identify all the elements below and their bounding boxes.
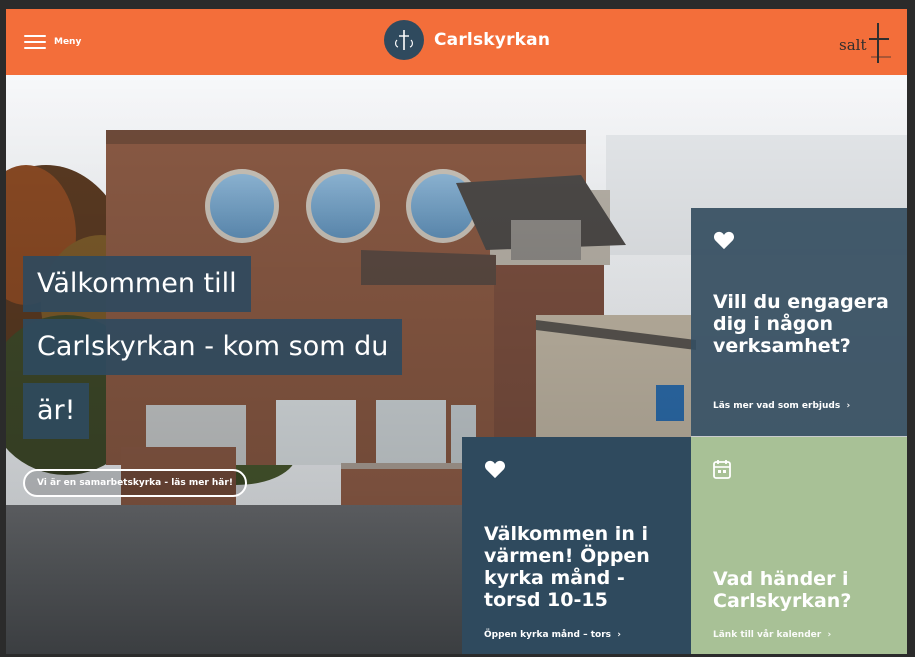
menu-label: Meny (54, 37, 82, 47)
salt-logo-text: salt (839, 36, 866, 54)
hero-title-line-1: Välkommen till (23, 256, 251, 312)
tile-title: Vill du engagera dig i någon verksamhet? (713, 291, 889, 357)
calendar-icon (713, 459, 731, 483)
tile-oppen-kyrka[interactable]: Välkommen in i värmen! Öppen kyrka månd … (462, 437, 691, 654)
chevron-right-icon: › (843, 401, 851, 411)
chevron-right-icon: › (614, 630, 621, 640)
menu-button[interactable]: Meny (24, 31, 81, 53)
site-name: Carlskyrkan (434, 30, 551, 50)
tile-kalender[interactable]: Vad händer i Carlskyrkan? Länk till vår … (691, 437, 907, 654)
tile-link-label: Läs mer vad som erbjuds (713, 401, 841, 411)
chevron-right-icon: › (824, 630, 832, 640)
tile-link[interactable]: Läs mer vad som erbjuds › (713, 401, 850, 411)
tile-title: Vad händer i Carlskyrkan? (713, 568, 852, 612)
hero-title-line-3: är! (23, 383, 90, 439)
hero-title-line-2: Carlskyrkan - kom som du (23, 319, 403, 375)
tile-engagera[interactable]: Vill du engagera dig i någon verksamhet?… (691, 208, 907, 436)
tile-link[interactable]: Öppen kyrka månd – tors › (484, 630, 621, 640)
web-page: Meny Carlskyrkan salt Välkommen till Car… (6, 9, 907, 654)
hamburger-menu-icon (24, 35, 46, 49)
tile-link-label: Länk till vår kalender (713, 630, 822, 640)
salt-logo[interactable]: salt (837, 19, 893, 65)
heart-icon (713, 230, 735, 254)
tile-link-label: Öppen kyrka månd – tors (484, 630, 612, 640)
heart-icon (484, 459, 506, 483)
carlskyrkan-logo (384, 20, 424, 60)
tile-link[interactable]: Länk till vår kalender › (713, 630, 831, 640)
screenshot-frame: Meny Carlskyrkan salt Välkommen till Car… (0, 0, 915, 657)
samarbetskyrka-link-button[interactable]: Vi är en samarbetskyrka - läs mer här! (23, 469, 247, 497)
tile-title: Välkommen in i värmen! Öppen kyrka månd … (484, 523, 650, 611)
site-brand[interactable]: Carlskyrkan (384, 20, 550, 60)
site-header: Meny Carlskyrkan salt (6, 9, 907, 75)
